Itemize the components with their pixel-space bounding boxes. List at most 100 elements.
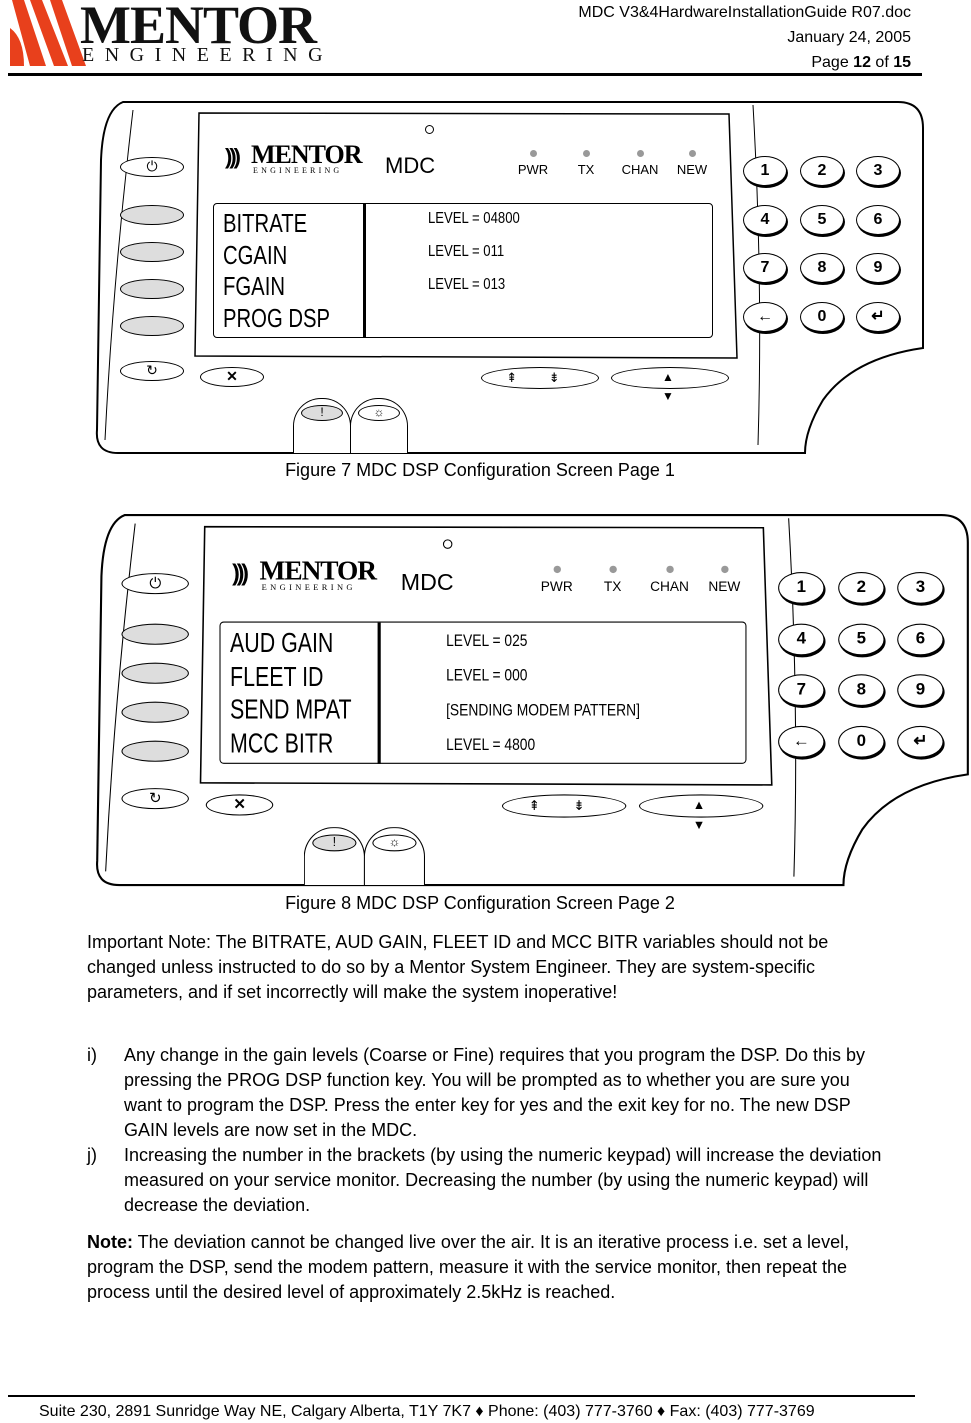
page-of: of: [870, 54, 894, 71]
keypad-key[interactable]: ←: [743, 302, 787, 332]
led-3-icon: [721, 565, 729, 574]
keypad-key[interactable]: 2: [838, 572, 885, 604]
led-0-icon: [553, 565, 561, 574]
device-logo-mark-icon: ))): [232, 559, 249, 586]
backlight-button[interactable]: ☼: [372, 834, 417, 852]
led-0-icon: [530, 150, 537, 157]
keypad-key[interactable]: 7: [778, 674, 825, 706]
note-label: Note:: [87, 1232, 133, 1252]
function-key-1[interactable]: [120, 205, 184, 225]
keypad-key[interactable]: 0: [800, 302, 844, 332]
alert-button[interactable]: !: [301, 405, 343, 421]
function-key-2[interactable]: [121, 662, 189, 684]
page-up-down-button[interactable]: ⇞ ⇟: [501, 794, 627, 818]
device-logo-bottom: ENGINEERING: [261, 582, 356, 593]
led-label: PWR: [540, 578, 573, 595]
keypad-key[interactable]: 6: [897, 623, 944, 656]
keypad-key[interactable]: ↵: [897, 725, 944, 758]
function-key-label: MCC BITR: [230, 726, 334, 759]
function-key-4[interactable]: [120, 316, 184, 336]
light-sensor-icon: [425, 125, 434, 134]
led-1-icon: [609, 565, 617, 574]
function-key-label: FLEET ID: [230, 660, 324, 692]
scroll-up-down-button[interactable]: ▲ ▼: [638, 794, 764, 832]
footer-rule: [8, 1395, 915, 1397]
keypad-key[interactable]: 8: [800, 253, 844, 283]
keypad-key[interactable]: ←: [778, 725, 825, 758]
led-2-icon: [637, 150, 644, 157]
keypad-key[interactable]: 3: [897, 572, 944, 604]
cycle-button[interactable]: ↻: [121, 788, 189, 810]
function-key-label: BITRATE: [223, 208, 308, 238]
keypad-key[interactable]: 1: [778, 572, 825, 604]
company-logo: MENTOR ENGINEERING: [10, 0, 340, 68]
level-value: LEVEL = 04800: [428, 210, 520, 227]
function-key-3[interactable]: [120, 279, 184, 299]
page-up-down-button[interactable]: ⇞ ⇟: [481, 367, 599, 389]
keypad-key[interactable]: 4: [743, 205, 787, 235]
led-label: NEW: [708, 578, 741, 595]
function-key-label: CGAIN: [223, 239, 288, 270]
level-value: LEVEL = 013: [428, 276, 506, 293]
scroll-up-down-button[interactable]: ▲ ▼: [611, 367, 729, 403]
power-button[interactable]: ⏻: [121, 573, 189, 595]
led-label: TX: [577, 162, 595, 177]
led-label: PWR: [517, 162, 549, 177]
backlight-button[interactable]: ☼: [358, 405, 400, 421]
keypad-key[interactable]: 9: [897, 674, 944, 706]
page-number: Page 12 of 15: [578, 50, 911, 75]
lcd-divider: [363, 204, 366, 338]
function-key-label: FGAIN: [223, 271, 285, 301]
device-model-label: MDC: [400, 568, 454, 596]
led-label: CHAN: [621, 162, 659, 177]
list-item-j: j) Increasing the number in the brackets …: [87, 1143, 887, 1218]
important-note: Important Note: The BITRATE, AUD GAIN, F…: [87, 932, 829, 1002]
doc-date: January 24, 2005: [787, 29, 911, 46]
header-rule: [8, 73, 922, 76]
list-item-i: i) Any change in the gain levels (Coarse …: [87, 1043, 887, 1143]
list-text: Increasing the number in the brackets (b…: [124, 1145, 882, 1215]
keypad-key[interactable]: 7: [743, 253, 787, 283]
list-marker: i): [87, 1045, 97, 1065]
exit-button[interactable]: ✕: [200, 367, 264, 387]
keypad-key[interactable]: 5: [800, 205, 844, 235]
level-value: LEVEL = 011: [428, 243, 505, 260]
note-text: The deviation cannot be changed live ove…: [87, 1232, 850, 1302]
logo-mark-icon: [10, 0, 86, 66]
led-3-icon: [689, 150, 696, 157]
exit-button[interactable]: ✕: [205, 794, 274, 816]
keypad-key[interactable]: 4: [778, 623, 825, 656]
function-key-label: PROG DSP: [223, 302, 331, 333]
page-current: 12: [853, 54, 871, 71]
keypad-key[interactable]: ↵: [856, 302, 900, 332]
led-1-icon: [583, 150, 590, 157]
keypad-key[interactable]: 6: [856, 205, 900, 235]
keypad-key[interactable]: 9: [856, 253, 900, 283]
level-value: [SENDING MODEM PATTERN]: [446, 701, 640, 720]
function-key-label: AUD GAIN: [230, 626, 334, 659]
function-key-2[interactable]: [120, 242, 184, 262]
keypad-key[interactable]: 0: [838, 725, 885, 758]
device-logo: ))) MENTOR ENGINEERING: [225, 140, 365, 176]
power-button[interactable]: ⏻: [120, 157, 184, 177]
page-total: 15: [893, 54, 911, 71]
level-value: LEVEL = 025: [446, 632, 528, 651]
page-prefix: Page: [811, 54, 854, 71]
keypad-key[interactable]: 3: [856, 156, 900, 186]
function-key-1[interactable]: [121, 623, 189, 645]
keypad-key[interactable]: 1: [743, 156, 787, 186]
device-logo: ))) MENTOR ENGINEERING: [232, 555, 380, 593]
led-label: CHAN: [650, 578, 689, 595]
function-key-4[interactable]: [121, 740, 189, 762]
alert-button[interactable]: !: [312, 834, 357, 852]
deviation-note: Note: The deviation cannot be changed li…: [87, 1230, 887, 1305]
function-key-label: SEND MPAT: [230, 693, 352, 725]
keypad-key[interactable]: 2: [800, 156, 844, 186]
cycle-button[interactable]: ↻: [120, 361, 184, 381]
keypad-key[interactable]: 8: [838, 674, 885, 706]
function-key-3[interactable]: [121, 701, 189, 723]
led-2-icon: [666, 565, 674, 574]
keypad-key[interactable]: 5: [838, 623, 885, 656]
figure-8-caption: Figure 8 MDC DSP Configuration Screen Pa…: [285, 893, 675, 913]
figure-7-caption: Figure 7 MDC DSP Configuration Screen Pa…: [285, 460, 675, 480]
